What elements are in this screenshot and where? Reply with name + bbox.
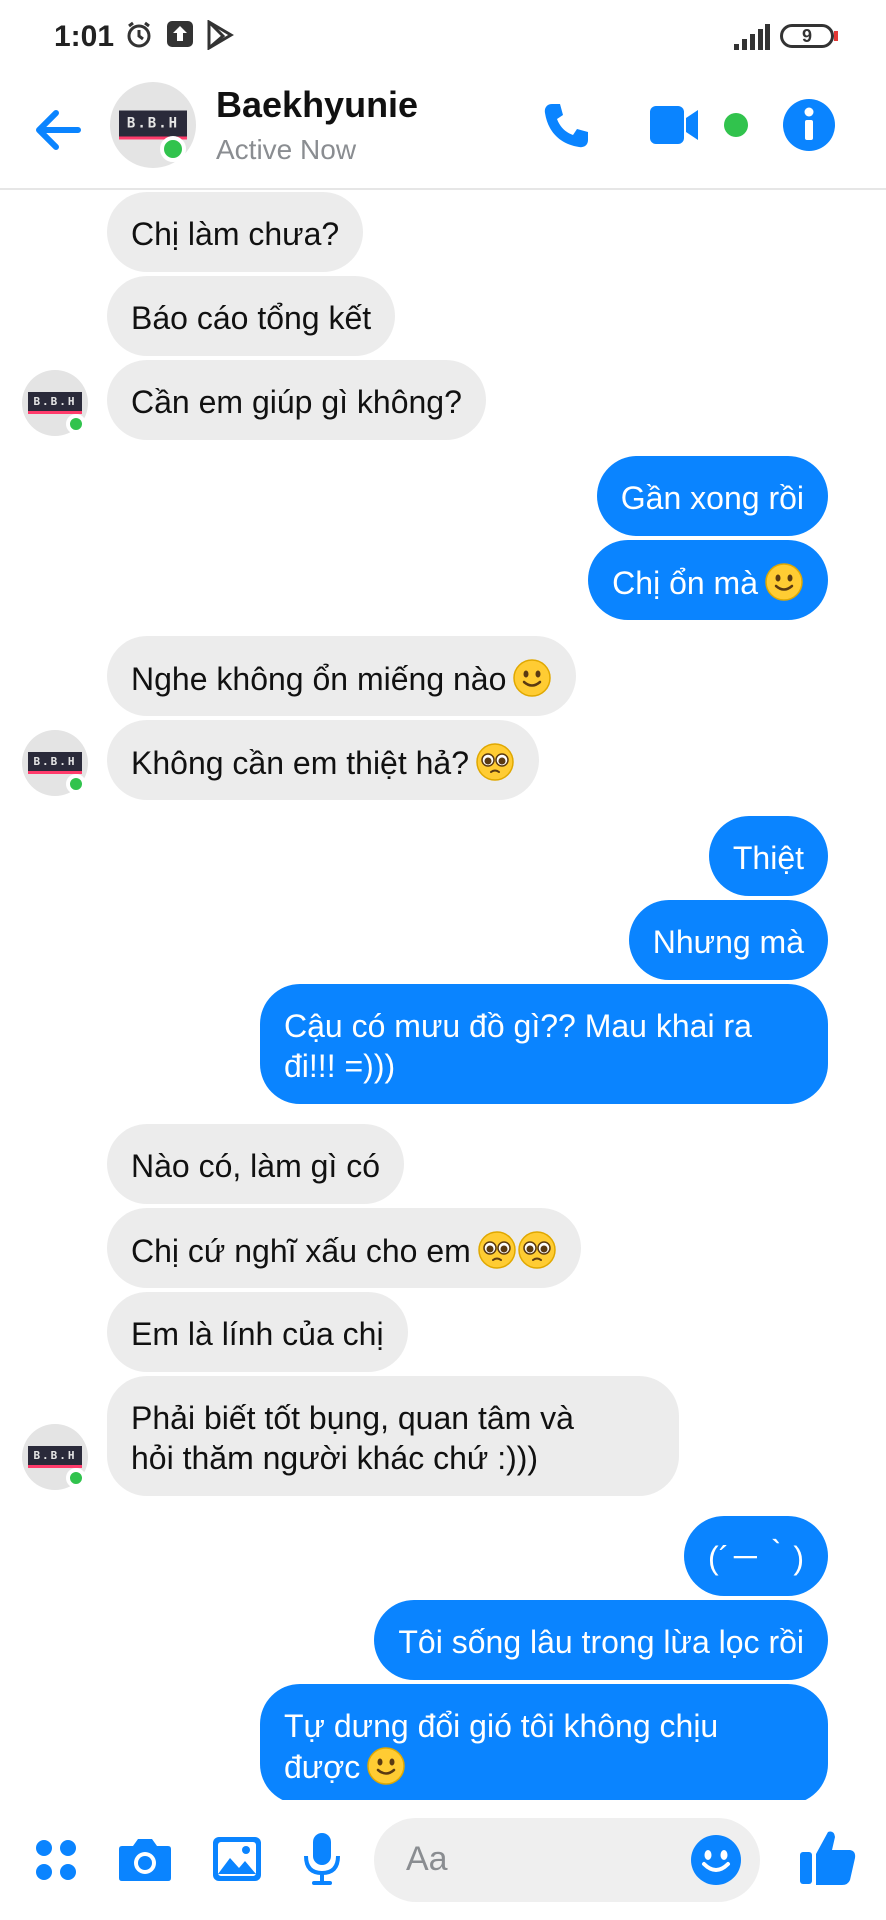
status-bar: 1:01 9 [0,0,886,72]
arrow-left-icon[interactable] [30,102,86,158]
contact-avatar[interactable]: B.B.H [110,82,196,168]
message-incoming[interactable]: Nào có, làm gì có [107,1124,404,1204]
message-incoming[interactable]: Em là lính của chị [107,1292,408,1372]
pleading-face-emoji [475,742,515,782]
sender-avatar[interactable]: B.B.H [22,1424,88,1490]
message-incoming[interactable]: Chị cứ nghĩ xấu cho em [107,1208,581,1288]
message-incoming[interactable]: Báo cáo tổng kết [107,276,396,356]
phone-icon[interactable] [540,100,592,152]
presence-status: Active Now [216,134,357,165]
sender-avatar[interactable]: B.B.H [22,370,88,436]
upload-icon [167,21,193,47]
avatar-logo-text: B.B.H [28,752,82,774]
slight-smile-emoji [512,658,552,698]
play-store-icon [207,20,234,50]
battery-level: 9 [801,26,812,46]
message-outgoing[interactable]: Chị ổn mà [588,540,828,620]
message-outgoing[interactable]: Tôi sống lâu trong lừa lọc rồi [374,1600,828,1680]
slight-smile-emoji [366,1746,406,1786]
message-outgoing[interactable]: (´－｀) [684,1516,828,1596]
message-incoming[interactable]: Phải biết tốt bụng, quan tâm và hỏi thăm… [107,1376,679,1496]
online-indicator [66,1468,86,1488]
message-incoming[interactable]: Chị làm chưa? [107,192,364,272]
message-outgoing[interactable]: Nhưng mà [628,900,828,980]
smiley-icon[interactable] [690,1834,742,1886]
video-icon[interactable] [650,104,750,148]
sender-avatar[interactable]: B.B.H [22,730,88,796]
message-input[interactable]: Aa [374,1818,760,1902]
image-icon[interactable] [212,1836,262,1882]
avatar-logo-text: B.B.H [28,392,82,414]
message-incoming[interactable]: Cần em giúp gì không? [107,360,486,440]
message-incoming[interactable]: Không cần em thiệt hả? [107,720,540,800]
message-outgoing[interactable]: Tự dưng đổi gió tôi không chịu được [260,1684,828,1804]
online-indicator [66,414,86,434]
thumbs-up-icon[interactable] [798,1828,858,1888]
avatar-logo-text: B.B.H [28,1446,82,1468]
battery-icon: 9 [780,24,834,48]
signal-icon [734,24,770,50]
conversation-header: B.B.H Baekhyunie Active Now [0,72,886,190]
status-time: 1:01 [54,20,115,53]
contact-name[interactable]: Baekhyunie [216,84,418,126]
message-outgoing[interactable]: Thiệt [708,816,828,896]
message-incoming[interactable]: Nghe không ổn miếng nào [107,636,577,716]
battery-tip [834,31,838,41]
online-indicator [160,136,186,162]
microphone-icon[interactable] [302,1832,342,1886]
avatar-logo-text: B.B.H [118,110,188,140]
slight-smile-emoji [764,562,804,602]
camera-icon[interactable] [118,1836,172,1882]
online-indicator [66,774,86,794]
message-composer: Aa [0,1800,886,1920]
message-outgoing[interactable]: Cậu có mưu đồ gì?? Mau khai ra đi!!! =))… [260,984,828,1104]
pleading-face-emoji [477,1230,517,1270]
message-outgoing[interactable]: Gần xong rồi [596,456,828,536]
avatar-logo: B.B.H [110,110,196,140]
pleading-face-emoji [517,1230,557,1270]
grid-dots-icon[interactable] [34,1838,78,1882]
info-icon[interactable] [782,98,836,152]
alarm-icon [127,21,151,48]
message-input-placeholder: Aa [406,1840,448,1878]
